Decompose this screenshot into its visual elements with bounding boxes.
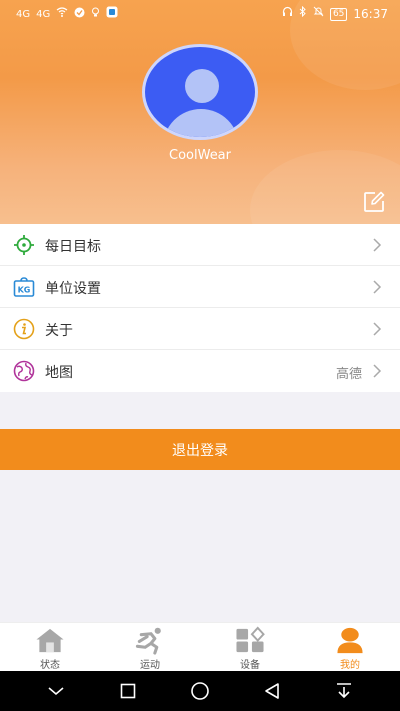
pull-down-icon: [337, 683, 351, 699]
square-icon: [120, 683, 136, 699]
profile-icon: [337, 627, 363, 654]
menu-item-daily-goal[interactable]: 每日目标: [0, 224, 400, 266]
avatar[interactable]: [142, 44, 258, 140]
menu-item-label: 地图: [45, 365, 73, 381]
mute-icon: [313, 6, 324, 22]
menu-item-map[interactable]: 地图 高德: [0, 350, 400, 392]
globe-icon: [13, 360, 35, 382]
notification-pull-button[interactable]: [333, 680, 355, 702]
tab-status[interactable]: 状态: [0, 623, 100, 671]
tab-device[interactable]: 设备: [200, 623, 300, 671]
bluetooth-icon: [299, 5, 307, 22]
signal-icon: 4G: [36, 8, 51, 20]
menu-item-unit-settings[interactable]: KG 单位设置: [0, 266, 400, 308]
username: CoolWear: [169, 148, 231, 163]
menu-item-label: 关于: [45, 323, 73, 339]
kg-icon: KG: [13, 277, 35, 297]
menu-item-about[interactable]: 关于: [0, 308, 400, 350]
tab-label: 状态: [40, 660, 60, 671]
avatar-head: [185, 69, 219, 103]
bulb-icon: [91, 7, 100, 23]
avatar-body: [163, 109, 239, 137]
home-nav-button[interactable]: [189, 680, 211, 702]
info-icon: [13, 318, 35, 340]
system-nav-bar: [0, 671, 400, 711]
hide-nav-button[interactable]: [45, 680, 67, 702]
edit-profile-button[interactable]: [362, 190, 386, 214]
wifi-icon: [56, 7, 68, 22]
devices-icon: [236, 626, 265, 653]
edit-icon: [364, 191, 385, 212]
bottom-tab-bar: 状态 运动 设备 我的: [0, 622, 400, 671]
chevron-right-icon: [373, 322, 382, 336]
runner-icon: [135, 627, 161, 655]
svg-text:KG: KG: [18, 286, 31, 295]
logout-button[interactable]: 退出登录: [0, 429, 400, 470]
menu-item-label: 单位设置: [45, 281, 101, 297]
tab-mine[interactable]: 我的: [300, 623, 400, 671]
circle-icon: [191, 682, 209, 700]
signal-icon: 4G: [16, 8, 31, 20]
chevron-right-icon: [373, 238, 382, 252]
back-button[interactable]: [261, 680, 283, 702]
settings-menu: 每日目标 KG 单位设置 关于 地图 高德: [0, 224, 400, 392]
chevron-right-icon: [373, 364, 382, 378]
chevron-down-icon: [48, 687, 64, 696]
clock: 16:37: [353, 7, 388, 21]
home-icon: [36, 628, 64, 653]
app-notification-icon: [106, 6, 118, 23]
tab-label: 设备: [240, 660, 260, 671]
sync-icon: [74, 7, 85, 23]
status-bar: 4G 4G 65 16:37: [0, 0, 400, 28]
headset-icon: [282, 6, 293, 22]
target-icon: [14, 235, 34, 255]
tab-sport[interactable]: 运动: [100, 623, 200, 671]
tab-label: 运动: [140, 660, 160, 671]
profile-header: 4G 4G 65 16:37 CoolWear: [0, 0, 400, 224]
recents-button[interactable]: [117, 680, 139, 702]
battery-indicator: 65: [329, 7, 348, 21]
map-provider-value: 高德: [335, 367, 362, 382]
tab-label: 我的: [340, 660, 360, 671]
menu-item-label: 每日目标: [45, 239, 101, 255]
chevron-right-icon: [373, 280, 382, 294]
back-triangle-icon: [265, 683, 279, 699]
